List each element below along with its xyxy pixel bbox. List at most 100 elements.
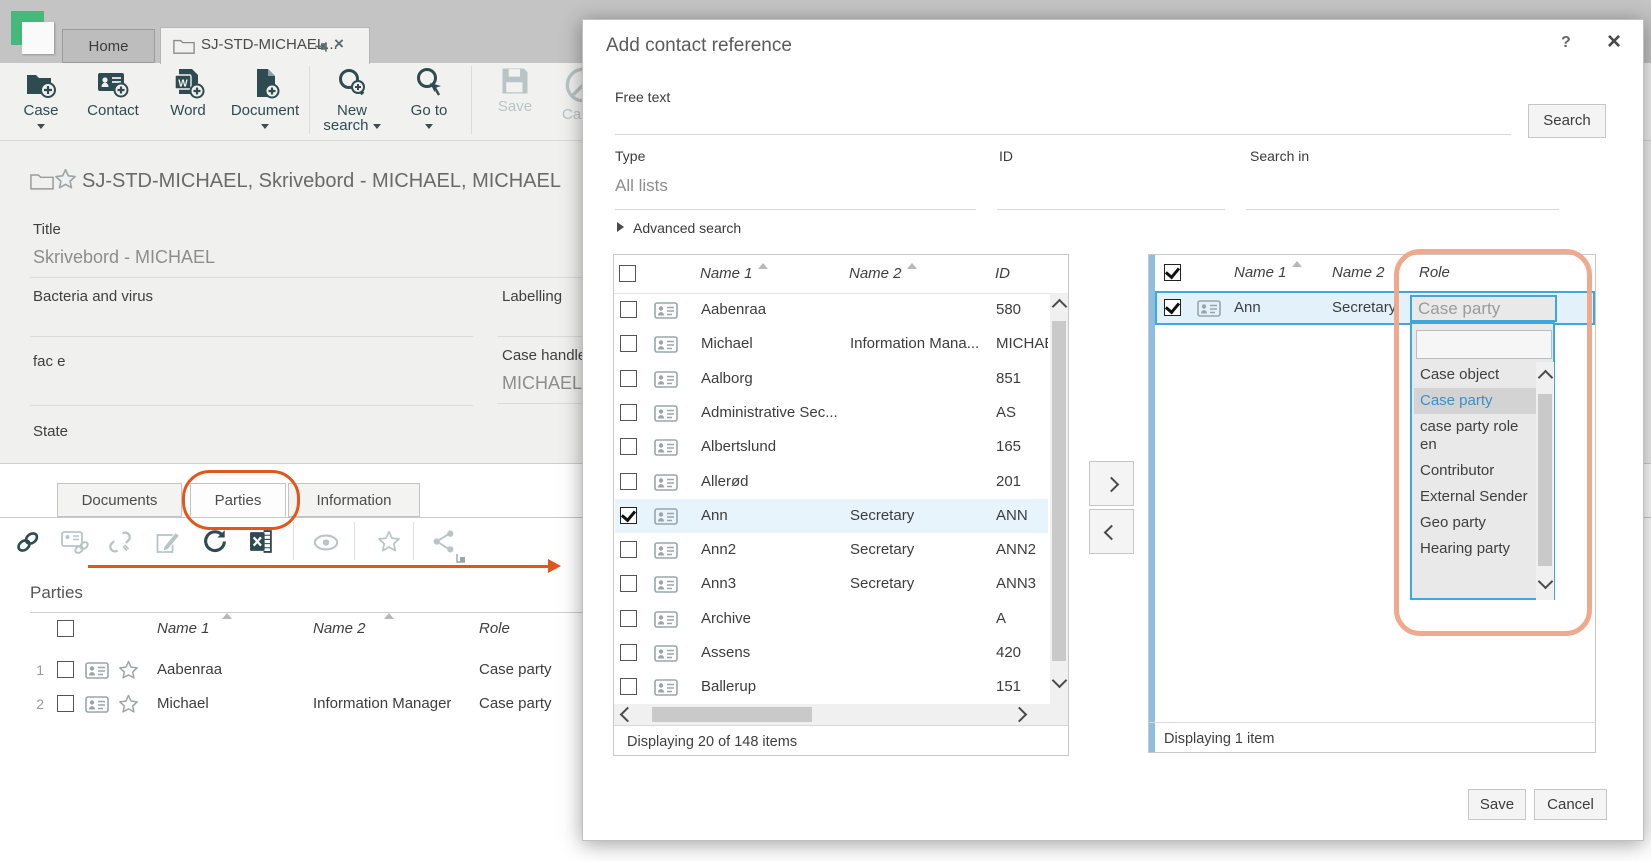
tab-parties[interactable]: Parties — [190, 483, 286, 517]
expand-corner-icon[interactable] — [456, 553, 466, 563]
row-checkbox[interactable] — [620, 473, 637, 490]
case-handle-value[interactable]: MICHAEL, — [502, 373, 587, 394]
table-row[interactable]: 2 Michael Information Manager Case party — [0, 687, 582, 721]
table-row-selected[interactable]: Ann Secretary ANN — [615, 499, 1048, 533]
table-row[interactable]: Ann2 Secretary ANN2 — [615, 533, 1048, 567]
row-checkbox[interactable] — [620, 541, 637, 558]
row-checkbox[interactable] — [620, 301, 637, 318]
row-checkbox[interactable] — [620, 575, 637, 592]
link-icon[interactable] — [16, 530, 40, 554]
help-icon[interactable]: ? — [1561, 34, 1571, 52]
ribbon-contact-button[interactable]: Contact — [74, 66, 152, 118]
col-header-name1[interactable]: Name 1 — [157, 614, 210, 644]
ribbon-save-button[interactable]: Save — [476, 66, 554, 114]
dropdown-option-selected[interactable]: Case party — [1414, 388, 1536, 414]
horizontal-scrollbar[interactable] — [614, 704, 1068, 725]
table-row[interactable]: Ann3 Secretary ANN3 — [615, 567, 1048, 601]
preview-eye-icon[interactable] — [313, 534, 339, 551]
select-all-checkbox[interactable] — [57, 620, 74, 637]
scroll-left-icon[interactable] — [620, 707, 636, 723]
table-row[interactable]: Archive A — [615, 602, 1048, 636]
row-checkbox-checked[interactable] — [620, 507, 637, 524]
dropdown-filter-input[interactable] — [1416, 330, 1552, 359]
table-row[interactable]: Administrative Sec... AS — [615, 396, 1048, 430]
role-combobox[interactable]: Case party — [1410, 295, 1557, 322]
tab-information[interactable]: Information — [288, 483, 420, 517]
star-icon[interactable] — [118, 694, 139, 714]
table-row[interactable]: Ballerup 151 — [615, 670, 1048, 704]
star-icon[interactable] — [118, 660, 139, 680]
bacteria-field-underline[interactable] — [30, 336, 473, 337]
col-header-role[interactable]: Role — [479, 614, 510, 644]
save-button[interactable]: Save — [1468, 789, 1526, 820]
ribbon-case-button[interactable]: Case — [2, 66, 80, 136]
dropdown-option[interactable]: Geo party — [1414, 510, 1536, 536]
move-left-button[interactable] — [1089, 509, 1134, 554]
dropdown-option[interactable]: External Sender — [1414, 484, 1536, 510]
tab-documents[interactable]: Documents — [57, 483, 182, 517]
ribbon-new-search-button[interactable]: New search — [312, 66, 392, 133]
select-all-checkbox-checked[interactable] — [1164, 264, 1181, 281]
favorite-star-icon[interactable] — [54, 168, 77, 190]
table-row[interactable]: Aalborg 851 — [615, 362, 1048, 396]
contact-link-icon[interactable] — [61, 530, 89, 554]
table-row[interactable]: Aabenraa 580 — [615, 293, 1048, 327]
row-checkbox[interactable] — [620, 610, 637, 627]
col-header-id[interactable]: ID — [995, 255, 1010, 293]
col-header-name2[interactable]: Name 2 — [849, 255, 902, 293]
table-row[interactable]: Albertslund 165 — [615, 430, 1048, 464]
col-header-name1[interactable]: Name 1 — [700, 255, 753, 293]
scroll-right-icon[interactable] — [1012, 707, 1028, 723]
advanced-search-toggle[interactable]: Advanced search — [633, 220, 741, 236]
type-value[interactable]: All lists — [615, 176, 668, 196]
table-row[interactable]: 1 Aabenraa Case party — [0, 653, 582, 687]
table-row[interactable]: Michael Information Mana... MICHAE — [615, 327, 1048, 361]
ribbon-go-to-button[interactable]: Go to — [390, 66, 468, 136]
move-right-button[interactable] — [1089, 461, 1134, 506]
scroll-down-icon[interactable] — [1052, 673, 1068, 689]
scrollbar-thumb[interactable] — [652, 707, 812, 722]
ribbon-word-button[interactable]: Word — [149, 66, 227, 118]
pin-icon[interactable] — [313, 39, 328, 54]
col-header-role[interactable]: Role — [1419, 255, 1450, 291]
row-checkbox[interactable] — [620, 404, 637, 421]
excel-export-icon[interactable] — [249, 529, 274, 554]
row-checkbox[interactable] — [620, 644, 637, 661]
col-header-name1[interactable]: Name 1 — [1234, 255, 1287, 291]
id-input[interactable] — [997, 209, 1225, 210]
share-icon[interactable] — [432, 530, 455, 553]
search-button[interactable]: Search — [1528, 104, 1606, 138]
dropdown-option[interactable]: case party role en — [1414, 414, 1536, 458]
tab-home[interactable]: Home — [62, 29, 155, 63]
star-icon[interactable] — [377, 530, 401, 553]
ribbon-document-button[interactable]: Document — [222, 66, 308, 136]
scroll-up-icon[interactable] — [1538, 370, 1554, 386]
dropdown-option[interactable]: Case object — [1414, 362, 1536, 388]
row-checkbox[interactable] — [620, 335, 637, 352]
scroll-up-icon[interactable] — [1052, 299, 1068, 315]
row-checkbox[interactable] — [620, 438, 637, 455]
row-checkbox[interactable] — [620, 678, 637, 695]
edit-icon[interactable] — [156, 530, 180, 554]
row-checkbox[interactable] — [57, 695, 74, 712]
dropdown-option[interactable]: Contributor — [1414, 458, 1536, 484]
tab-close-icon[interactable]: × — [334, 27, 344, 61]
row-checkbox[interactable] — [57, 661, 74, 678]
vertical-scrollbar[interactable] — [1050, 293, 1068, 704]
cancel-button[interactable]: Cancel — [1534, 789, 1607, 820]
fac-field-underline[interactable] — [30, 405, 473, 406]
scrollbar-thumb[interactable] — [1052, 321, 1066, 661]
title-value[interactable]: Skrivebord - MICHAEL — [33, 247, 215, 268]
scrollbar-thumb[interactable] — [1538, 394, 1552, 566]
col-header-name2[interactable]: Name 2 — [1332, 255, 1385, 291]
close-icon[interactable]: × — [1607, 28, 1621, 56]
dropdown-option[interactable]: Hearing party — [1414, 536, 1536, 562]
table-row[interactable]: Allerød 201 — [615, 465, 1048, 499]
free-text-input[interactable] — [615, 134, 1511, 135]
select-all-checkbox[interactable] — [619, 265, 636, 282]
col-header-name2[interactable]: Name 2 — [313, 614, 366, 644]
row-checkbox[interactable] — [620, 370, 637, 387]
refresh-icon[interactable] — [202, 529, 227, 554]
row-checkbox-checked[interactable] — [1164, 299, 1181, 316]
table-row[interactable]: Assens 420 — [615, 636, 1048, 670]
